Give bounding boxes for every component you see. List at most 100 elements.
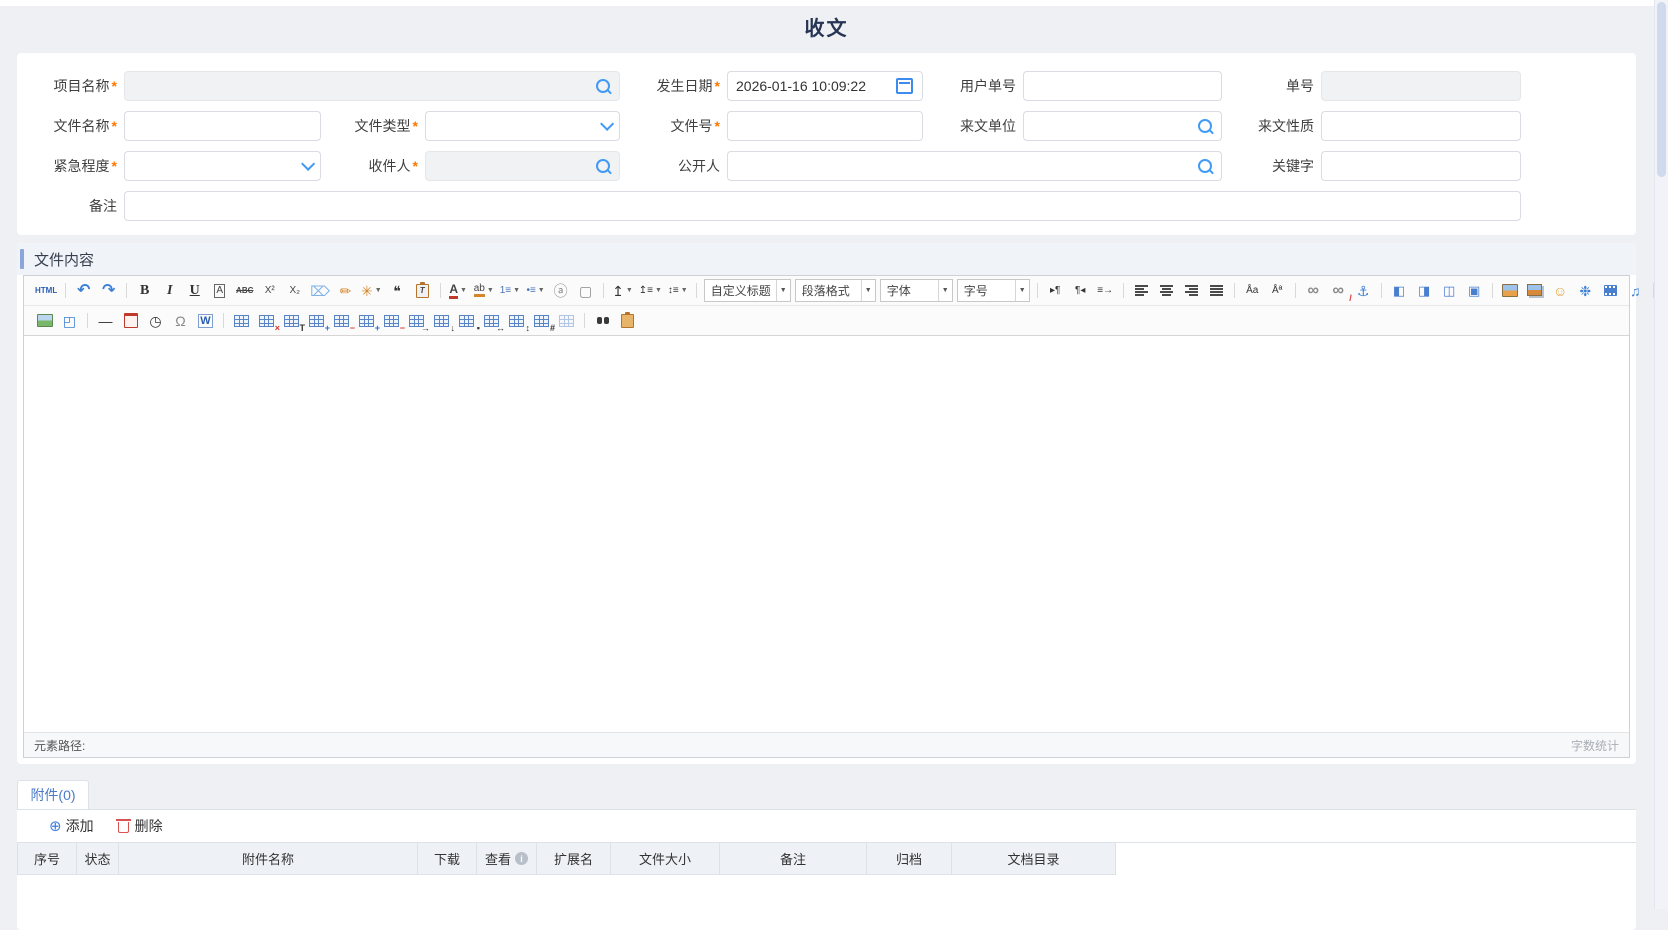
user-order-no-input[interactable] — [1032, 78, 1213, 94]
blockquote-icon[interactable]: ❝ — [386, 280, 409, 301]
unordered-list-icon[interactable]: •≡▼ — [524, 280, 547, 301]
field-order-no[interactable] — [1321, 71, 1521, 101]
calendar-icon[interactable] — [896, 78, 913, 94]
to-lowercase-icon[interactable]: Åª — [1266, 280, 1289, 301]
field-remark[interactable] — [124, 191, 1521, 221]
row-spacing-icon[interactable]: ↥≡▼ — [637, 280, 664, 301]
receiver-input[interactable] — [434, 158, 593, 174]
to-uppercase-icon[interactable]: Åa — [1241, 280, 1264, 301]
field-receiver[interactable] — [425, 151, 620, 181]
paragraph-spacing-icon[interactable]: ↥▼ — [610, 280, 635, 301]
insert-table-icon[interactable] — [230, 310, 253, 331]
image-album-icon[interactable] — [1524, 280, 1547, 301]
search-icon[interactable] — [1198, 119, 1212, 133]
field-file-type[interactable] — [425, 111, 620, 141]
blank-page-icon[interactable]: ▢ — [574, 280, 597, 301]
redo-icon[interactable]: ↷ — [97, 280, 120, 301]
field-project-name[interactable] — [124, 71, 620, 101]
delete-row-icon[interactable]: − — [330, 310, 353, 331]
highlight-color-icon[interactable]: ab▼ — [472, 280, 496, 301]
music-icon[interactable]: ♫ — [1624, 280, 1647, 301]
source-nature-input[interactable] — [1330, 118, 1512, 134]
remark-input[interactable] — [133, 198, 1512, 214]
field-source-nature[interactable] — [1321, 111, 1521, 141]
info-icon[interactable]: i — [515, 852, 528, 865]
image-float-right-icon[interactable]: ◨ — [1413, 280, 1436, 301]
occur-date-input[interactable] — [736, 78, 896, 94]
preview-icon[interactable] — [616, 310, 639, 331]
search-icon[interactable] — [596, 159, 610, 173]
link-icon[interactable]: ∞ — [1302, 280, 1325, 301]
auto-typeset-icon[interactable]: ✳▼ — [359, 280, 384, 301]
delete-col-icon[interactable]: − — [380, 310, 403, 331]
anchor-text-icon[interactable]: ⓐ — [549, 280, 572, 301]
bold-icon[interactable]: B — [133, 280, 156, 301]
chevron-down-icon[interactable]: ▼ — [1015, 280, 1029, 301]
rtl-icon[interactable]: ¶◂ — [1069, 280, 1092, 301]
insert-row-icon[interactable]: + — [305, 310, 328, 331]
field-user-order-no[interactable] — [1023, 71, 1222, 101]
format-painter-icon[interactable]: ✏ — [334, 280, 357, 301]
merge-down-icon[interactable]: ↓ — [430, 310, 453, 331]
video-icon[interactable] — [1599, 280, 1622, 301]
underline-icon[interactable]: U — [183, 280, 206, 301]
custom-title-select[interactable]: 自定义标题▼ — [704, 279, 791, 302]
search-icon[interactable] — [596, 79, 610, 93]
insert-col-icon[interactable]: + — [355, 310, 378, 331]
ordered-list-icon[interactable]: 1≡▼ — [498, 280, 522, 301]
field-source-unit[interactable] — [1023, 111, 1222, 141]
ltr-icon[interactable]: ▸¶ — [1044, 280, 1067, 301]
undo-icon[interactable]: ↶ — [72, 280, 95, 301]
subscript-icon[interactable]: X₂ — [283, 280, 306, 301]
scrawl-icon[interactable]: ❉ — [1574, 280, 1597, 301]
chevron-down-icon[interactable] — [301, 161, 311, 171]
paste-text-icon[interactable]: T — [411, 280, 434, 301]
public-person-input[interactable] — [736, 158, 1195, 174]
source-unit-input[interactable] — [1032, 118, 1195, 134]
word-image-icon[interactable]: W — [194, 310, 217, 331]
page-scrollbar[interactable] — [1654, 0, 1668, 909]
italic-icon[interactable]: I — [158, 280, 181, 301]
image-float-left-icon[interactable]: ◧ — [1388, 280, 1411, 301]
delete-table-icon[interactable]: × — [255, 310, 278, 331]
field-urgency[interactable] — [124, 151, 321, 181]
anchor-icon[interactable]: ⚓ — [1352, 280, 1375, 301]
screenshot-icon[interactable]: ◰ — [58, 310, 81, 331]
insert-image-icon[interactable] — [1499, 280, 1522, 301]
chevron-down-icon[interactable]: ▼ — [776, 280, 790, 301]
file-type-input[interactable] — [434, 118, 593, 134]
field-keyword[interactable] — [1321, 151, 1521, 181]
scrollbar-thumb[interactable] — [1657, 2, 1666, 177]
urgency-input[interactable] — [133, 158, 294, 174]
indent-icon[interactable]: ≡→ — [1094, 280, 1117, 301]
image-inline-icon[interactable]: ◫ — [1438, 280, 1461, 301]
add-attachment-button[interactable]: ⊕ 添加 — [49, 816, 94, 836]
emoji-icon[interactable]: ☺ — [1549, 280, 1572, 301]
special-chars-icon[interactable]: Ω — [169, 310, 192, 331]
chevron-down-icon[interactable]: ▼ — [938, 280, 952, 301]
align-left-icon[interactable] — [1130, 280, 1153, 301]
table-title-icon[interactable]: T — [280, 310, 303, 331]
search-icon[interactable] — [1198, 159, 1212, 173]
superscript-icon[interactable]: X² — [258, 280, 281, 301]
align-right-icon[interactable] — [1180, 280, 1203, 301]
field-file-no[interactable] — [727, 111, 923, 141]
font-family-select[interactable]: 字体▼ — [880, 279, 953, 302]
keyword-input[interactable] — [1330, 158, 1512, 174]
font-border-icon[interactable]: A — [208, 280, 231, 301]
delete-attachment-button[interactable]: 删除 — [116, 816, 163, 836]
font-size-select[interactable]: 字号▼ — [957, 279, 1030, 302]
split-rows-icon[interactable]: ↔ — [480, 310, 503, 331]
align-center-icon[interactable] — [1155, 280, 1178, 301]
search-replace-icon[interactable] — [591, 310, 614, 331]
line-height-icon[interactable]: ↕≡▼ — [666, 280, 690, 301]
split-cells-icon[interactable]: # — [530, 310, 553, 331]
html-source-icon[interactable]: HTML — [33, 280, 59, 301]
font-color-icon[interactable]: A▼ — [447, 280, 470, 301]
remove-format-icon[interactable]: ⌦ — [308, 280, 332, 301]
merge-right-icon[interactable]: → — [405, 310, 428, 331]
merge-cells-icon[interactable]: ▪ — [455, 310, 478, 331]
insert-date-icon[interactable] — [119, 310, 142, 331]
insert-time-icon[interactable]: ◷ — [144, 310, 167, 331]
file-no-input[interactable] — [736, 118, 914, 134]
